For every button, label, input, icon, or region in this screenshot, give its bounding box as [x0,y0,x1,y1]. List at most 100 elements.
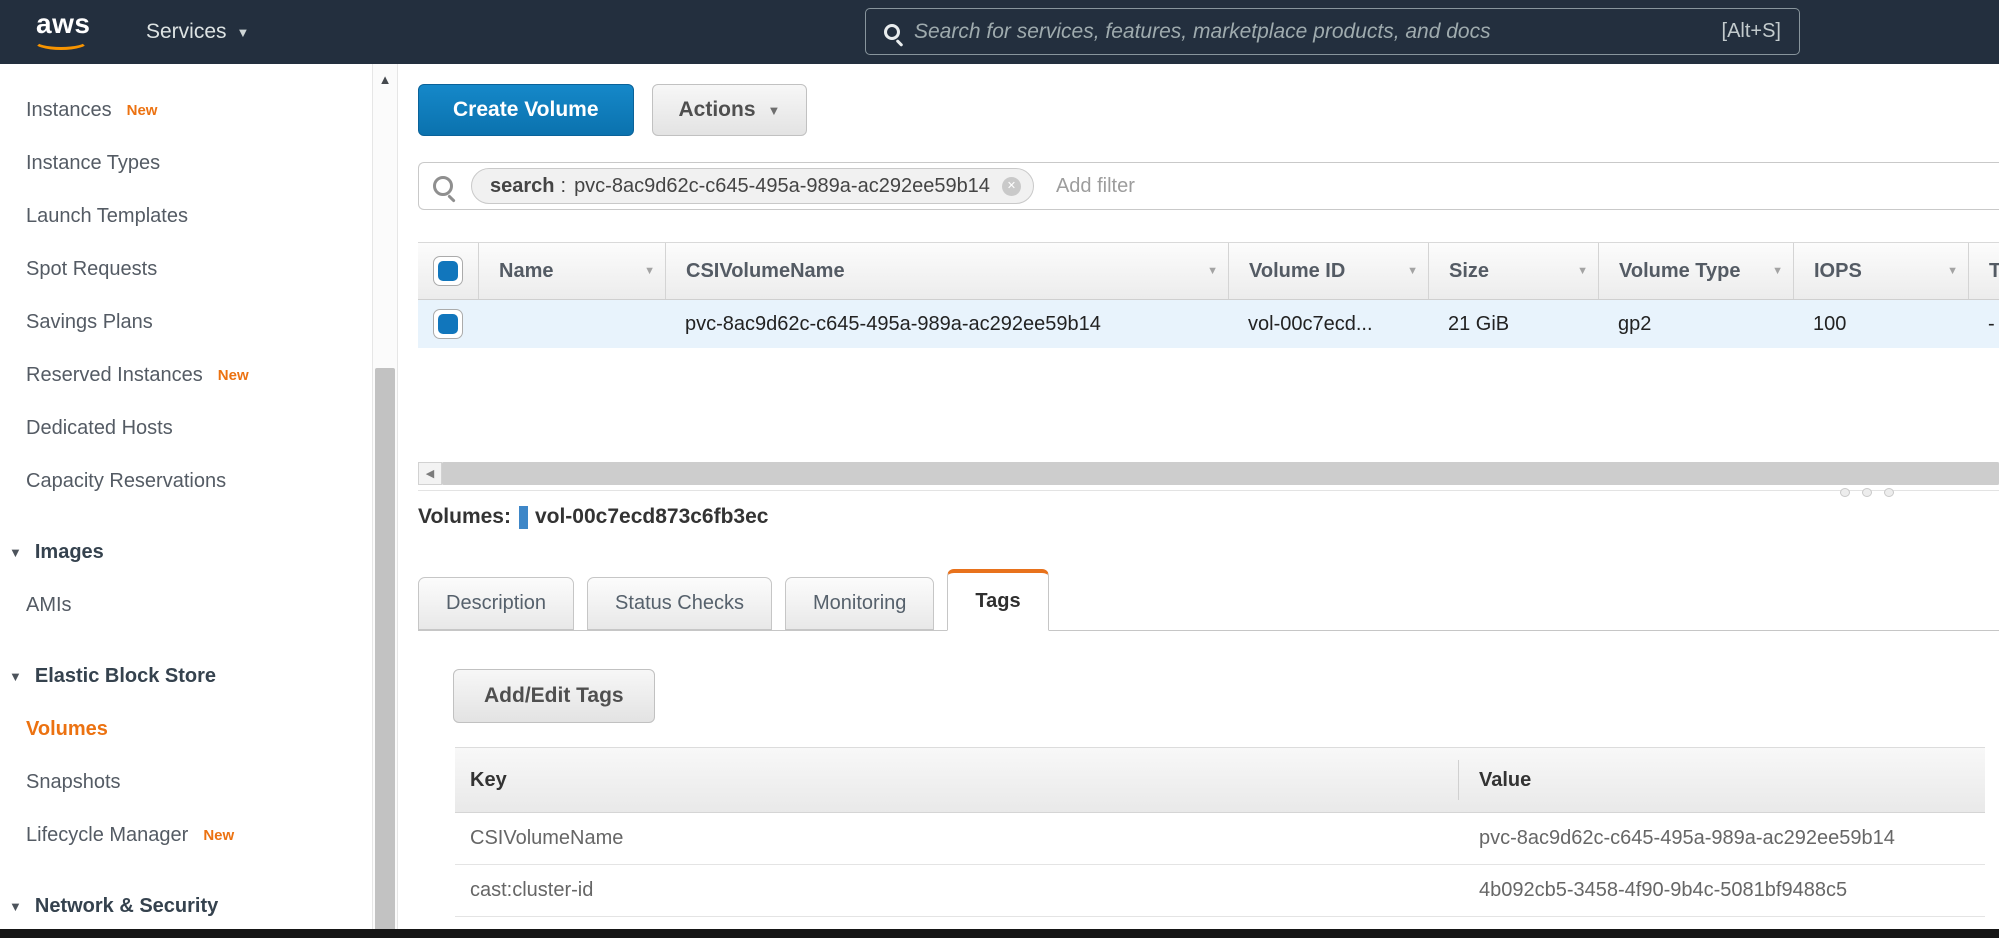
sidebar-item-capacity-reservations[interactable]: Capacity Reservations [0,455,372,508]
sort-caret-icon [1947,265,1958,277]
detail-tabs: Description Status Checks Monitoring Tag… [418,569,1999,631]
add-edit-tags-button[interactable]: Add/Edit Tags [453,669,655,723]
column-header-name[interactable]: Name [478,243,665,299]
tab-status-checks[interactable]: Status Checks [587,577,772,630]
triangle-down-icon [9,545,22,560]
filter-key: search [490,175,555,198]
detail-panel-title: Volumes: vol-00c7ecd873c6fb3ec [418,505,1999,529]
sidebar-item-snapshots[interactable]: Snapshots [0,756,372,809]
detail-volume-id: vol-00c7ecd873c6fb3ec [535,505,769,529]
sidebar-item-instances[interactable]: Instances New [0,84,372,137]
triangle-down-icon [9,899,22,914]
main-pane: Create Volume Actions search : pvc-8ac9d… [398,64,1999,938]
selection-indicator-bar [519,506,528,529]
column-header-iops[interactable]: IOPS [1793,243,1968,299]
close-icon[interactable] [1002,177,1021,196]
sidebar-item-lifecycle-manager[interactable]: Lifecycle Manager New [0,809,372,862]
column-header-size[interactable]: Size [1428,243,1598,299]
panel-resize-handle[interactable] [1840,488,1894,497]
detail-title-label: Volumes: [418,505,511,529]
search-icon [884,24,900,40]
volumes-table: Name CSIVolumeName Volume ID Size [418,242,1999,348]
scroll-left-arrow-icon[interactable] [418,462,442,485]
horizontal-scrollbar[interactable] [418,462,1999,485]
ec2-sidebar: Instances New Instance Types Launch Temp… [0,64,372,938]
sidebar-item-savings-plans[interactable]: Savings Plans [0,296,372,349]
cell-size: 21 GiB [1428,313,1598,336]
triangle-down-icon [9,669,22,684]
sidebar-item-launch-templates[interactable]: Launch Templates [0,190,372,243]
tag-key: CSIVolumeName [455,827,1459,850]
select-all-cell [418,243,478,299]
sidebar-item-reserved-instances[interactable]: Reserved Instances New [0,349,372,402]
filter-bar[interactable]: search : pvc-8ac9d62c-c645-495a-989a-ac2… [418,162,1999,210]
tag-row[interactable]: cast:cluster-id 4b092cb5-3458-4f90-9b4c-… [455,865,1985,917]
content-area: Instances New Instance Types Launch Temp… [0,64,1999,938]
create-volume-button[interactable]: Create Volume [418,84,634,136]
chevron-down-icon [768,103,781,118]
panel-divider [418,490,1999,491]
sidebar-item-instance-types[interactable]: Instance Types [0,137,372,190]
add-filter-button[interactable]: Add filter [1056,175,1135,198]
sort-caret-icon [1577,265,1588,277]
vertical-scrollbar[interactable] [372,64,398,938]
sidebar-item-spot-requests[interactable]: Spot Requests [0,243,372,296]
row-checkbox[interactable] [433,309,463,339]
sort-caret-icon [1207,265,1218,277]
sidebar-section-elastic-block-store[interactable]: Elastic Block Store [0,650,372,703]
tag-value: pvc-8ac9d62c-c645-495a-989a-ac292ee59b14 [1459,827,1985,850]
sort-caret-icon [644,265,655,277]
window-bottom-edge [0,929,1999,938]
tag-key: cast:cluster-id [455,879,1459,902]
filter-tag-search[interactable]: search : pvc-8ac9d62c-c645-495a-989a-ac2… [471,168,1034,204]
sidebar-item-volumes[interactable]: Volumes [0,703,372,756]
column-header-throughput[interactable]: T [1968,243,1999,299]
tags-key-header: Key [455,760,1459,800]
table-row-selected[interactable]: pvc-8ac9d62c-c645-495a-989a-ac292ee59b14… [418,300,1999,348]
actions-button[interactable]: Actions [652,84,808,136]
tags-table-header: Key Value [455,747,1985,813]
sidebar-item-dedicated-hosts[interactable]: Dedicated Hosts [0,402,372,455]
horizontal-scrollbar-thumb[interactable] [442,462,1999,485]
volumes-table-header: Name CSIVolumeName Volume ID Size [418,242,1999,300]
cell-iops: 100 [1793,313,1968,336]
cell-volume-id: vol-00c7ecd... [1228,313,1428,336]
aws-console-window: aws Services [Alt+S] Instances New Insta… [0,0,1999,938]
row-select-cell [418,309,478,339]
vertical-scrollbar-thumb[interactable] [375,368,395,938]
column-header-volume-type[interactable]: Volume Type [1598,243,1793,299]
scroll-up-arrow-icon[interactable] [373,72,397,87]
tags-value-header: Value [1459,769,1985,792]
aws-smile-icon [33,32,89,50]
sidebar-item-amis[interactable]: AMIs [0,579,372,632]
chevron-down-icon [237,25,250,40]
column-header-csivolumename[interactable]: CSIVolumeName [665,243,1228,299]
aws-logo[interactable]: aws [36,10,94,54]
tab-monitoring[interactable]: Monitoring [785,577,934,630]
select-all-checkbox[interactable] [433,256,463,286]
new-badge: New [203,827,234,844]
sidebar-section-images[interactable]: Images [0,526,372,579]
global-search-box[interactable]: [Alt+S] [865,8,1800,55]
services-menu-button[interactable]: Services [146,20,249,44]
toolbar: Create Volume Actions [418,84,1999,136]
global-search-input[interactable] [914,20,1708,44]
cell-volume-type: gp2 [1598,313,1793,336]
top-navbar: aws Services [Alt+S] [0,0,1999,64]
sort-caret-icon [1407,265,1418,277]
tag-value: 4b092cb5-3458-4f90-9b4c-5081bf9488c5 [1459,879,1985,902]
search-shortcut-hint: [Alt+S] [1722,20,1781,43]
new-badge: New [218,367,249,384]
cell-throughput: - [1968,313,1999,336]
tags-table: Key Value CSIVolumeName pvc-8ac9d62c-c64… [455,747,1985,917]
tab-description[interactable]: Description [418,577,574,630]
tag-row[interactable]: CSIVolumeName pvc-8ac9d62c-c645-495a-989… [455,813,1985,865]
new-badge: New [127,102,158,119]
tab-tags[interactable]: Tags [947,569,1048,631]
filter-value: pvc-8ac9d62c-c645-495a-989a-ac292ee59b14 [574,175,990,198]
sidebar-section-network-security[interactable]: Network & Security [0,880,372,933]
sort-caret-icon [1772,265,1783,277]
column-header-volume-id[interactable]: Volume ID [1228,243,1428,299]
services-label: Services [146,20,227,44]
search-icon [433,176,453,196]
